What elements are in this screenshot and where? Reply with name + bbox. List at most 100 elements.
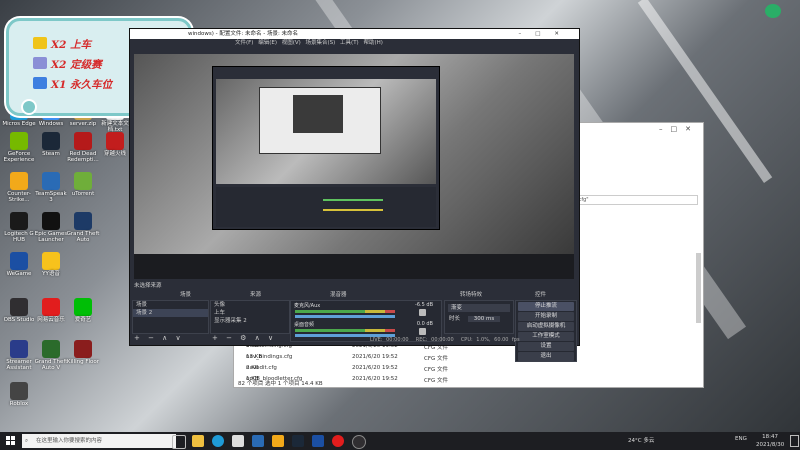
window-controls[interactable]: –□✕ [518, 29, 573, 39]
steam-icon[interactable] [292, 435, 304, 447]
desktop-icon[interactable]: Roblox [2, 382, 36, 407]
volume-slider[interactable] [295, 315, 395, 318]
control-button[interactable]: 设置 [518, 342, 574, 351]
app-icon [74, 132, 92, 150]
mixer-db: -6.5 dB [415, 302, 433, 308]
desktop-icon[interactable]: 穿越火线 [98, 132, 132, 157]
desktop-icon[interactable]: Grand Theft Auto V [34, 340, 68, 371]
volume-meter [295, 310, 395, 313]
obs-status-bar: LIVE: 00:00:00 REC: 00:00:00 CPU: 1.0%, … [370, 337, 520, 343]
file-size: 13 KB [246, 354, 263, 360]
scene-item[interactable]: 场景 [133, 301, 208, 309]
source-item[interactable]: 显示器采集 2 [211, 317, 289, 325]
source-item[interactable]: 头像 [211, 301, 289, 309]
scene-buttons[interactable]: + − ∧ ∨ [134, 334, 184, 342]
search-icon: ⌕ [25, 438, 29, 444]
wechat-icon[interactable] [765, 4, 781, 18]
desktop-icon[interactable]: Grand Theft Auto [66, 212, 100, 243]
duration-label: 时长 [449, 316, 461, 322]
app-icon [74, 172, 92, 190]
language-indicator[interactable]: ENG [735, 436, 747, 442]
desktop-icon[interactable]: Epic Games Launcher [34, 212, 68, 243]
desktop-icon-label: server.zip [69, 121, 97, 127]
control-button[interactable]: 停止推流 [518, 302, 574, 311]
window-controls[interactable]: –□✕ [659, 125, 699, 133]
audio-mixer: 麦克风/Aux -6.5 dB 桌面音频 0.0 dB [290, 300, 442, 342]
file-size: 2 KB [246, 365, 259, 371]
control-button[interactable]: 工作室模式 [518, 332, 574, 341]
sources-dock: 头像 上车 显示器采集 2 [210, 300, 290, 334]
desktop-icon[interactable]: YY语音 [34, 252, 68, 277]
duration-input[interactable]: 300 ms [467, 316, 501, 322]
app-icon [10, 252, 28, 270]
clock[interactable]: 18:47 2021/8/30 [756, 433, 784, 449]
desktop-icon[interactable]: uTorrent [66, 172, 100, 197]
desktop-icon[interactable]: Counter-Strike... [2, 172, 36, 203]
transitions-dock: 渐变 时长 300 ms [444, 300, 514, 334]
notification-icon[interactable] [790, 435, 799, 447]
speaker-icon[interactable] [419, 328, 426, 335]
desktop-icon-label: WeGame [6, 271, 32, 277]
obs-icon[interactable] [352, 435, 366, 449]
windows-start-icon[interactable] [6, 436, 16, 446]
desktop-icon-label: Epic Games Launcher [34, 231, 68, 243]
desktop-icon-label: 爱奇艺 [74, 317, 92, 323]
app-icon[interactable] [272, 435, 284, 447]
store-icon[interactable] [232, 435, 244, 447]
app-icon [10, 132, 28, 150]
app-icon [42, 132, 60, 150]
desktop-icon[interactable]: Red Dead Redempti... [66, 132, 100, 163]
app-icon [42, 298, 60, 316]
desktop-icon-label: 网易云音乐 [37, 317, 65, 323]
scene-item[interactable]: 场景 2 [133, 309, 208, 317]
banner-line: X2 定级赛 [51, 59, 102, 71]
search-box[interactable]: .cfg" [574, 195, 698, 205]
controls-dock: 停止推流 开始录制 启动虚拟摄像机 工作室模式 设置 退出 [515, 300, 577, 362]
wheel-icon [21, 99, 37, 115]
obs-preview[interactable] [134, 54, 574, 279]
speaker-icon[interactable] [419, 309, 426, 316]
desktop-icon-label: Grand Theft Auto [66, 231, 100, 243]
app-icon [74, 340, 92, 358]
scenes-dock: 场景 场景 2 [132, 300, 209, 334]
scrollbar[interactable] [696, 253, 701, 323]
control-button[interactable]: 启动虚拟摄像机 [518, 322, 574, 331]
edge-icon[interactable] [212, 435, 224, 447]
desktop-icon-label: Steam [42, 151, 60, 157]
desktop-icon-label: Roblox [9, 401, 29, 407]
transition-select[interactable]: 渐变 [448, 304, 510, 312]
desktop-icon[interactable]: GeForce Experience [2, 132, 36, 163]
scenes-header: 场景 [180, 292, 192, 298]
desktop-icon[interactable]: OBS Studio [2, 298, 36, 323]
desktop-icon[interactable]: Streamer Assistant [2, 340, 36, 371]
wegame-icon[interactable] [312, 435, 324, 447]
search-input[interactable]: ⌕ 在这里输入你要搜索的内容 [22, 434, 176, 448]
desktop-icon[interactable]: 爱奇艺 [66, 298, 100, 323]
desktop-icon[interactable]: TeamSpeak 3 [34, 172, 68, 203]
desktop-icon[interactable]: WeGame [2, 252, 36, 277]
volume-meter [295, 329, 395, 332]
mixer-track-name: 麦克风/Aux [294, 303, 321, 309]
app-icon [74, 298, 92, 316]
nested-meter [323, 209, 383, 211]
desktop-icon-label: Counter-Strike... [7, 191, 31, 203]
task-view-icon[interactable] [172, 435, 186, 449]
obs-menubar[interactable]: 文件(F) 编辑(E) 视图(V) 场景集合(S) 工具(T) 帮助(H) [130, 39, 579, 48]
control-button[interactable]: 开始录制 [518, 312, 574, 321]
file-explorer-icon[interactable] [192, 435, 204, 447]
weather[interactable]: 24°C 多云 [628, 436, 654, 444]
taskbar: ⌕ 在这里输入你要搜索的内容 24°C 多云 ENG 18:47 2021/8/… [0, 432, 800, 450]
control-button[interactable]: 退出 [518, 352, 574, 361]
desktop-icon[interactable]: Steam [34, 132, 68, 157]
desktop-icon[interactable]: 网易云音乐 [34, 298, 68, 323]
app-icon [10, 382, 28, 400]
source-item[interactable]: 上车 [211, 309, 289, 317]
mixer-db: 0.0 dB [416, 321, 433, 327]
netease-music-icon[interactable] [332, 435, 344, 447]
desktop-icon[interactable]: Killing Floor [66, 340, 100, 365]
mail-icon[interactable] [252, 435, 264, 447]
desktop-icon[interactable]: Logitech G HUB [2, 212, 36, 243]
obs-window: windows) - 配置文件: 未命名 - 场景: 未命名 –□✕ 文件(F)… [129, 28, 580, 362]
source-buttons[interactable]: + − ⚙ ∧ ∨ [212, 334, 276, 342]
app-icon [106, 132, 124, 150]
